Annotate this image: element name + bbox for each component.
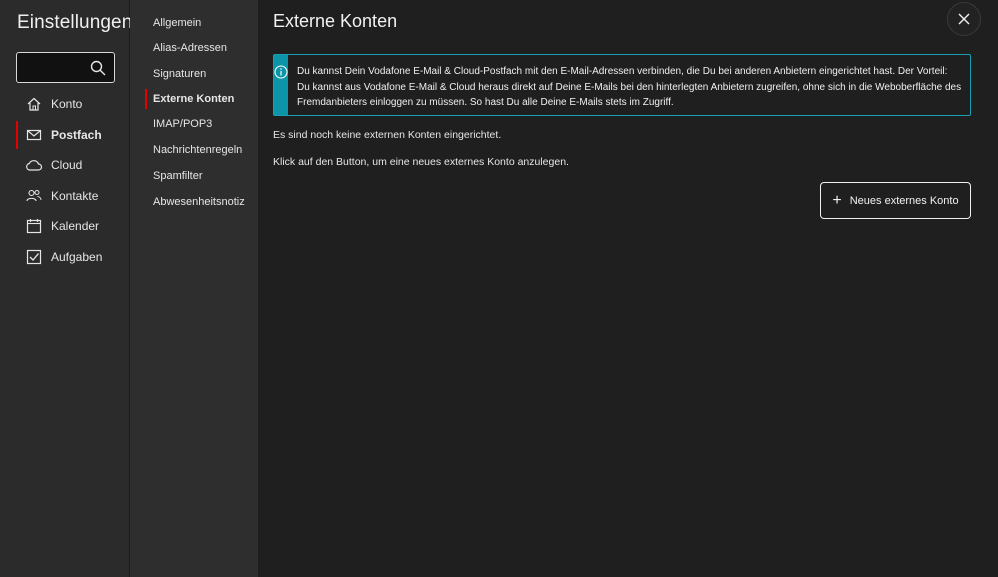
- subnav-item-spamfilter[interactable]: Spamfilter: [145, 166, 257, 186]
- calendar-icon: [25, 217, 43, 235]
- sidebar-item-label: Cloud: [51, 158, 83, 172]
- plus-icon: +: [832, 191, 842, 209]
- settings-title: Einstellungen: [17, 12, 133, 33]
- search-input[interactable]: [16, 52, 115, 83]
- sidebar-item-konto[interactable]: Konto: [16, 90, 129, 118]
- settings-window: Einstellungen Konto Postfach Cloud Konta…: [0, 0, 998, 577]
- close-button[interactable]: [947, 2, 981, 36]
- new-external-account-label: Neues externes Konto: [849, 194, 959, 207]
- info-icon-bar: [274, 55, 288, 115]
- subnav-item-signaturen[interactable]: Signaturen: [145, 64, 257, 84]
- page-title: Externe Konten: [273, 11, 398, 31]
- contacts-icon: [25, 187, 43, 205]
- main-content: Externe Konten Du kannst Dein Vodafone E…: [258, 0, 998, 577]
- sidebar-item-aufgaben[interactable]: Aufgaben: [16, 243, 129, 271]
- sidebar-item-label: Kalender: [51, 219, 100, 233]
- info-text: Du kannst Dein Vodafone E-Mail & Cloud-P…: [297, 66, 962, 108]
- sidebar-item-kalender[interactable]: Kalender: [16, 212, 129, 240]
- new-external-account-button[interactable]: + Neues externes Konto: [820, 182, 971, 219]
- sidebar-item-label: Postfach: [51, 128, 102, 142]
- subnav-item-allgemein[interactable]: Allgemein: [145, 13, 257, 33]
- sidebar-item-label: Konto: [51, 97, 83, 111]
- subnav-item-externe-konten[interactable]: Externe Konten: [145, 89, 257, 109]
- subnav-item-alias-adressen[interactable]: Alias-Adressen: [145, 38, 257, 58]
- tasks-icon: [25, 248, 43, 266]
- postfach-subnav: Allgemein Alias-Adressen Signaturen Exte…: [130, 0, 258, 577]
- cloud-icon: [25, 156, 43, 174]
- sidebar-item-label: Aufgaben: [51, 250, 103, 264]
- info-box: Du kannst Dein Vodafone E-Mail & Cloud-P…: [273, 54, 971, 116]
- settings-sidebar: Einstellungen Konto Postfach Cloud Konta…: [0, 0, 133, 577]
- home-icon: [25, 95, 43, 113]
- subnav-item-abwesenheitsnotiz[interactable]: Abwesenheitsnotiz: [145, 192, 257, 212]
- mail-icon: [25, 126, 43, 144]
- sidebar-item-cloud[interactable]: Cloud: [16, 151, 129, 179]
- subnav-item-nachrichtenregeln[interactable]: Nachrichtenregeln: [145, 140, 257, 160]
- sidebar-item-label: Kontakte: [51, 189, 99, 203]
- sidebar-item-postfach[interactable]: Postfach: [16, 121, 129, 149]
- search-icon: [90, 60, 106, 76]
- close-icon: [958, 13, 970, 25]
- subnav-item-imap-pop3[interactable]: IMAP/POP3: [145, 114, 257, 134]
- info-icon: [274, 65, 288, 79]
- hint-text: Klick auf den Button, um eine neues exte…: [273, 156, 569, 168]
- sidebar-item-kontakte[interactable]: Kontakte: [16, 182, 129, 210]
- empty-state-text: Es sind noch keine externen Konten einge…: [273, 129, 502, 141]
